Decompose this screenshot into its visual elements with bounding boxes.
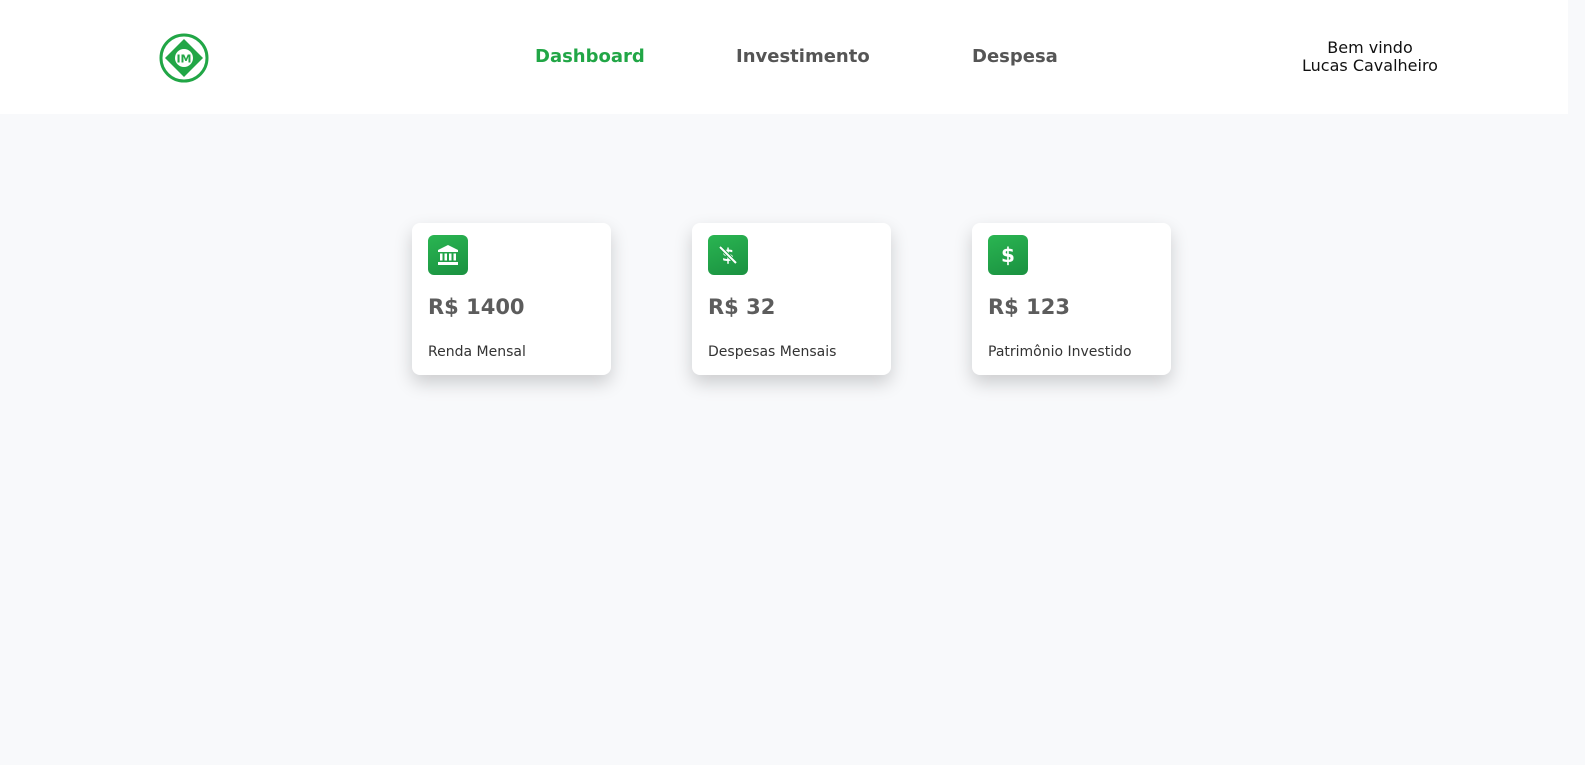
card-despesas-mensais: $ R$ 32 Despesas Mensais bbox=[692, 223, 891, 375]
card-patrimonio-investido: $ R$ 123 Patrimônio Investido bbox=[972, 223, 1171, 375]
card-value: R$ 32 bbox=[708, 295, 776, 319]
card-renda-mensal: R$ 1400 Renda Mensal bbox=[412, 223, 611, 375]
im-logo-icon[interactable]: IM bbox=[159, 33, 209, 83]
welcome-message: Bem vindo Lucas Cavalheiro bbox=[1240, 39, 1500, 75]
bank-icon bbox=[428, 235, 468, 275]
logo-letters: IM bbox=[176, 53, 191, 66]
nav-investimento[interactable]: Investimento bbox=[736, 46, 870, 67]
page-scrollbar[interactable] bbox=[1568, 0, 1585, 765]
card-label: Despesas Mensais bbox=[708, 344, 837, 360]
user-name: Lucas Cavalheiro bbox=[1302, 56, 1438, 75]
card-label: Renda Mensal bbox=[428, 344, 526, 360]
svg-text:$: $ bbox=[1001, 243, 1015, 267]
welcome-greeting: Bem vindo bbox=[1327, 38, 1413, 57]
nav-dashboard[interactable]: Dashboard bbox=[535, 46, 645, 67]
card-label: Patrimônio Investido bbox=[988, 344, 1132, 360]
top-header: IM Dashboard Investimento Despesa Bem vi… bbox=[0, 0, 1568, 114]
no-dollar-icon: $ bbox=[708, 235, 748, 275]
card-value: R$ 1400 bbox=[428, 295, 525, 319]
card-value: R$ 123 bbox=[988, 295, 1070, 319]
nav-despesa[interactable]: Despesa bbox=[972, 46, 1058, 67]
dollar-icon: $ bbox=[988, 235, 1028, 275]
